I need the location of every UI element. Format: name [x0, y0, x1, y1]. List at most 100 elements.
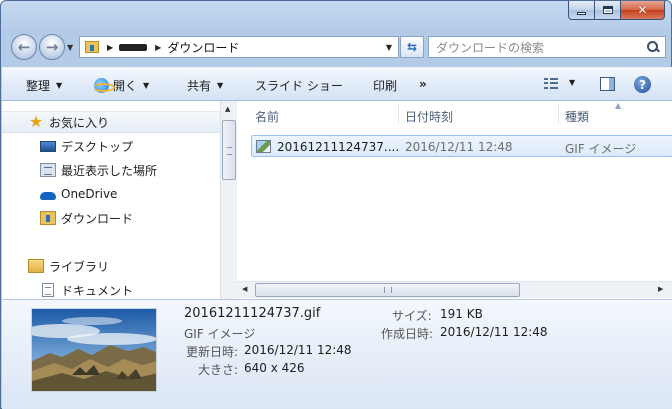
navigation-pane: ★ お気に入り デスクトップ 最近表示した場所 OneDrive ダウンロード [2, 101, 220, 299]
chevron-down-icon: ▼ [143, 81, 150, 90]
sidebar-item-desktop[interactable]: デスクトップ [2, 135, 220, 157]
sidebar-item-downloads[interactable]: ダウンロード [2, 207, 220, 229]
breadcrumb-chevron-icon[interactable]: ▶ [155, 43, 161, 52]
detail-filename: 20161211124737.gif [184, 306, 321, 321]
sidebar-item-label: お気に入り [49, 115, 110, 130]
sidebar-item-favorites[interactable]: ★ お気に入り [2, 111, 220, 133]
arrow-right-icon: → [45, 38, 59, 56]
breadcrumb-chevron-icon[interactable]: ▶ [107, 43, 113, 52]
close-button[interactable]: ✕ [621, 1, 665, 20]
print-label: 印刷 [373, 79, 398, 93]
detail-dimensions-label: 大きさ: [198, 363, 239, 377]
column-header-row: ▲ 名前 日付時刻 種類 [237, 101, 672, 128]
minimize-button[interactable] [568, 1, 595, 20]
sidebar-item-label: ドキュメント [61, 283, 134, 298]
slideshow-label: スライド ショー [255, 79, 343, 93]
sort-ascending-icon: ▲ [615, 101, 622, 110]
recent-places-icon [40, 163, 56, 177]
more-commands-button[interactable]: » [419, 77, 427, 91]
chevron-down-icon: ▼ [56, 81, 63, 90]
sidebar-item-label: ライブラリ [49, 259, 110, 274]
search-box[interactable]: ダウンロードの検索 [428, 36, 666, 58]
detail-created-label: 作成日時: [381, 327, 434, 341]
sidebar-item-label: ダウンロード [61, 211, 134, 226]
forward-button[interactable]: → [39, 34, 65, 60]
address-dropdown-icon[interactable]: ▼ [386, 43, 392, 52]
print-button[interactable]: 印刷 [373, 77, 397, 94]
main-area: ★ お気に入り デスクトップ 最近表示した場所 OneDrive ダウンロード [2, 101, 672, 299]
file-name: 20161211124737.... [277, 140, 400, 154]
scroll-right-arrow-icon[interactable]: ▶ [658, 285, 663, 293]
change-view-icon[interactable] [544, 78, 558, 90]
command-bar: 整理 ▼ 開く ▼ 共有 ▼ スライド ショー 印刷 » ▼ ? [2, 67, 672, 101]
internet-explorer-icon [92, 78, 115, 93]
address-bar[interactable]: ▶ ▶ ダウンロード ▼ [79, 36, 399, 58]
chevron-down-icon: ▼ [217, 81, 224, 90]
gif-image-file-icon [256, 139, 271, 153]
sidebar-item-onedrive[interactable]: OneDrive [2, 183, 220, 205]
image-thumbnail [31, 308, 157, 392]
file-row-selected[interactable]: 20161211124737.... 2016/12/11 12:48 GIF … [251, 135, 672, 157]
file-type: GIF イメージ [565, 142, 637, 156]
open-label: 開く [113, 79, 138, 93]
file-list-horizontal-scrollbar[interactable]: ◀ ▶ [237, 281, 672, 298]
scrollbar-thumb[interactable] [222, 120, 236, 180]
preview-pane-icon[interactable] [600, 77, 615, 91]
desktop-icon [40, 141, 56, 152]
downloads-folder-icon [40, 211, 56, 225]
column-header-type[interactable]: 種類 [565, 108, 589, 125]
detail-size-value: 191 KB [440, 307, 483, 321]
redacted-username [119, 43, 148, 51]
organize-label: 整理 [26, 79, 51, 93]
detail-modified-label: 更新日時: [186, 345, 239, 359]
detail-created-value: 2016/12/11 12:48 [440, 325, 548, 339]
share-button[interactable]: 共有 ▼ [187, 77, 223, 94]
scroll-up-arrow-icon[interactable]: ▲ [225, 105, 230, 113]
organize-button[interactable]: 整理 ▼ [26, 77, 62, 94]
back-button[interactable]: ← [11, 34, 37, 60]
view-options-dropdown-icon[interactable]: ▼ [569, 78, 575, 87]
navigation-pane-scrollbar[interactable]: ▲ [220, 101, 237, 299]
explorer-window: ✕ ← → ▼ ▶ ▶ ダウンロード ▼ ⇆ ダウンロードの検索 整理 ▼ 開く ▼… [0, 0, 672, 409]
close-icon: ✕ [637, 3, 648, 17]
help-icon[interactable]: ? [634, 76, 651, 93]
search-input[interactable]: ダウンロードの検索 [429, 39, 544, 56]
star-icon: ★ [28, 112, 44, 131]
arrow-left-icon: ← [17, 38, 31, 56]
detail-filetype: GIF イメージ [184, 327, 256, 341]
slideshow-button[interactable]: スライド ショー [255, 77, 343, 94]
file-date: 2016/12/11 12:48 [405, 140, 513, 154]
sidebar-item-libraries[interactable]: ライブラリ [2, 255, 220, 277]
scrollbar-thumb[interactable] [255, 283, 520, 297]
column-divider[interactable] [558, 103, 559, 125]
downloads-folder-icon [85, 41, 99, 53]
caption-buttons: ✕ [568, 1, 665, 21]
details-pane: 20161211124737.gif GIF イメージ 更新日時: 2016/1… [2, 299, 672, 409]
sidebar-item-recent-places[interactable]: 最近表示した場所 [2, 159, 220, 181]
sidebar-item-label: 最近表示した場所 [61, 163, 158, 178]
maximize-button[interactable] [595, 1, 621, 20]
open-button[interactable]: 開く ▼ [92, 77, 150, 94]
file-list: ▲ 名前 日付時刻 種類 20161211124737.... 2016/12/… [237, 101, 672, 299]
sidebar-item-documents[interactable]: ドキュメント [2, 279, 220, 299]
libraries-icon [28, 259, 44, 273]
search-icon[interactable] [647, 41, 659, 53]
detail-dimensions-value: 640 x 426 [244, 361, 305, 375]
detail-modified-value: 2016/12/11 12:48 [244, 343, 352, 357]
navigation-bar: ← → ▼ ▶ ▶ ダウンロード ▼ ⇆ ダウンロードの検索 [9, 31, 666, 63]
recent-pages-dropdown-icon[interactable]: ▼ [67, 43, 73, 52]
documents-icon [42, 283, 54, 297]
breadcrumb-current-folder[interactable]: ダウンロード [167, 39, 239, 56]
column-header-date[interactable]: 日付時刻 [405, 108, 453, 125]
refresh-button[interactable]: ⇆ [400, 36, 424, 58]
onedrive-cloud-icon [40, 192, 56, 200]
sidebar-item-label: デスクトップ [61, 139, 134, 154]
column-header-name[interactable]: 名前 [255, 108, 279, 125]
minimize-icon [577, 11, 586, 15]
maximize-icon [602, 6, 613, 14]
sidebar-item-label: OneDrive [61, 187, 118, 201]
refresh-icon: ⇆ [406, 40, 418, 54]
scroll-left-arrow-icon[interactable]: ◀ [242, 285, 247, 293]
column-divider[interactable] [398, 103, 399, 125]
more-label: » [419, 77, 427, 91]
